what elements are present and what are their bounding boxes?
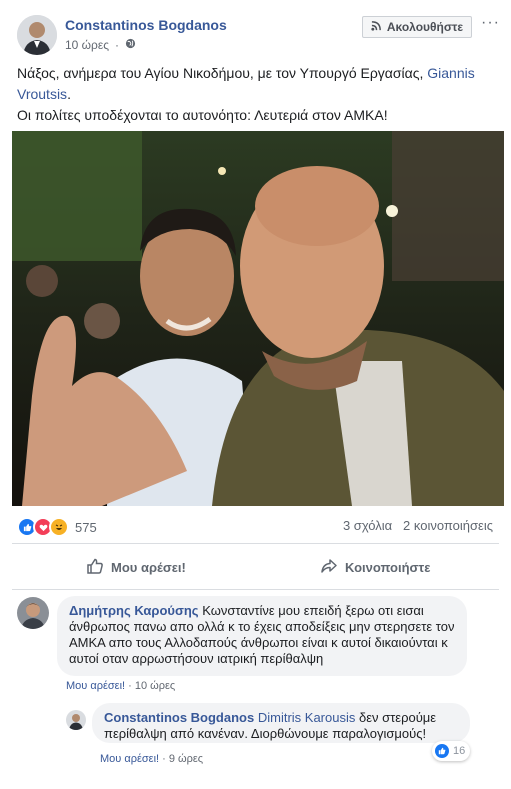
commenter-avatar[interactable]	[17, 597, 49, 629]
reply-mention-link[interactable]: Dimitris Karousis	[258, 710, 356, 725]
like-label: Μου αρέσει!	[111, 559, 186, 575]
reply-actions: Μου αρέσει! · 9 ώρες	[100, 753, 204, 765]
share-arrow-icon	[320, 557, 338, 578]
like-button[interactable]: Μου αρέσει!	[86, 556, 186, 578]
follow-label: Ακολουθήστε	[386, 20, 464, 34]
reactions-summary[interactable]: 575	[17, 517, 97, 537]
share-button[interactable]: Κοινοποιήστε	[320, 556, 430, 578]
divider	[12, 589, 499, 590]
post-time[interactable]: 10 ώρες	[65, 38, 109, 52]
reply-bubble: Constantinos Bogdanos Dimitris Karousis …	[92, 703, 470, 743]
post-text: Νάξος, ανήμερα του Αγίου Νικοδήμου, με τ…	[17, 65, 475, 123]
haha-icon	[49, 517, 69, 537]
globe-icon[interactable]	[125, 38, 136, 52]
author-name[interactable]: Constantinos Bogdanos	[65, 17, 227, 33]
comment-actions: Μου αρέσει! · 10 ώρες	[66, 680, 176, 692]
comment-bubble: Δημήτρης Καρούσης Κωνσταντίνε μου επειδή…	[57, 596, 467, 676]
post-meta: 10 ώρες ·	[65, 38, 136, 52]
post-text-line1: Νάξος, ανήμερα του Αγίου Νικοδήμου, με τ…	[17, 65, 428, 81]
comment-like-link[interactable]: Μου αρέσει!	[66, 680, 125, 692]
post-text-line2: Οι πολίτες υποδέχονται το αυτονόητο: Λευ…	[17, 107, 388, 123]
post-stats: 3 σχόλια 2 κοινοποιήσεις	[343, 518, 493, 533]
comment-time[interactable]: 10 ώρες	[135, 680, 175, 692]
reply-reaction-count: 16	[453, 745, 466, 757]
more-options-icon[interactable]: ···	[481, 14, 500, 32]
reply-avatar[interactable]	[66, 710, 86, 730]
post-card: Constantinos Bogdanos 10 ώρες · Ακολουθή…	[0, 0, 511, 789]
like-icon	[435, 744, 449, 758]
share-label: Κοινοποιήστε	[345, 559, 431, 575]
dot-separator: ·	[115, 38, 120, 52]
reply-author[interactable]: Constantinos Bogdanos	[104, 710, 254, 725]
reply-reaction-badge[interactable]: 16	[432, 741, 471, 761]
comment-author[interactable]: Δημήτρης Καρούσης	[69, 603, 199, 618]
reply-like-link[interactable]: Μου αρέσει!	[100, 753, 159, 765]
divider	[12, 543, 499, 544]
shares-count[interactable]: 2 κοινοποιήσεις	[403, 518, 493, 533]
thumbs-up-icon	[86, 557, 104, 578]
reaction-count: 575	[75, 519, 97, 535]
follow-button[interactable]: Ακολουθήστε	[362, 16, 472, 38]
post-photo[interactable]	[12, 131, 504, 506]
rss-icon	[371, 20, 382, 34]
author-avatar[interactable]	[17, 15, 57, 55]
reply-time[interactable]: 9 ώρες	[169, 753, 203, 765]
comments-count[interactable]: 3 σχόλια	[343, 518, 392, 533]
